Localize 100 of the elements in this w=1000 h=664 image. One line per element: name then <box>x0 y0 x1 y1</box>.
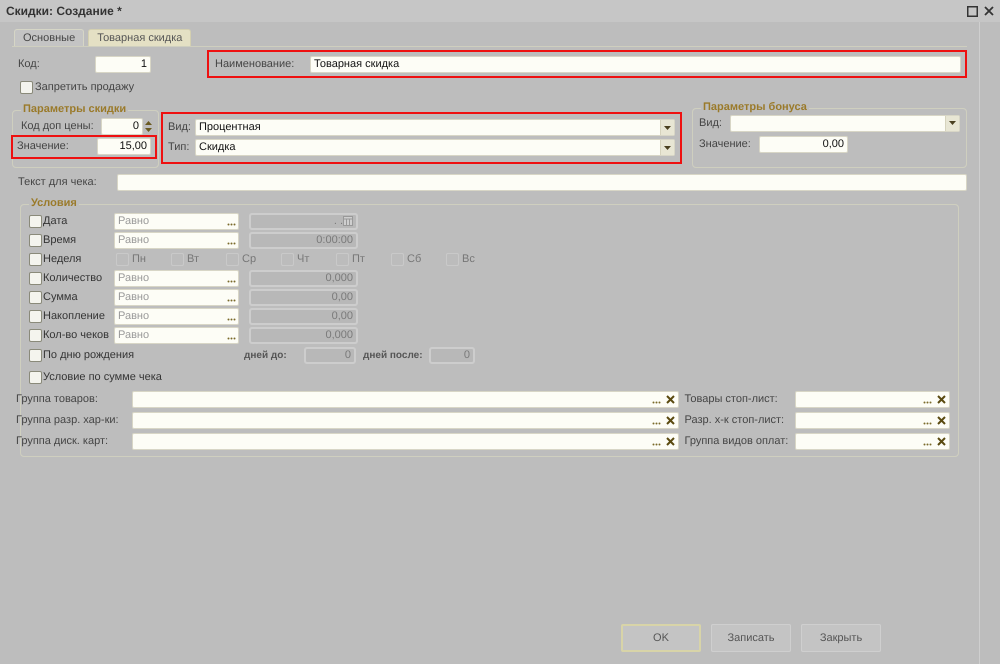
price-code-field[interactable]: 0 <box>101 118 143 134</box>
maximize-icon[interactable] <box>967 6 978 16</box>
clear-icon[interactable] <box>666 416 675 424</box>
stop-list-field[interactable] <box>794 412 950 428</box>
calendar-icon[interactable] <box>343 216 353 226</box>
weekday-label: Сб <box>407 252 422 267</box>
field-label: Товары стоп-лист: <box>684 392 779 407</box>
checkbox[interactable] <box>29 234 42 246</box>
clear-icon[interactable] <box>666 394 675 404</box>
condition-value: 0,000 <box>325 270 353 286</box>
condition-label: По дню рождения <box>43 348 134 364</box>
ellipsis-icon[interactable] <box>922 442 932 446</box>
days-before-field: 0 <box>304 347 356 364</box>
dropdown-field[interactable]: Процентная <box>195 119 675 136</box>
field-label: Значение: <box>17 139 70 154</box>
dropdown-button[interactable] <box>660 140 674 155</box>
group-title: Условия <box>29 196 79 210</box>
dialog-button[interactable]: Закрыть <box>801 624 881 652</box>
checkbox[interactable] <box>29 214 42 228</box>
weekday-label: Чт <box>297 252 310 267</box>
field-label: Тип: <box>168 140 190 156</box>
checkbox[interactable] <box>20 80 33 94</box>
window-title: Скидки: Создание * <box>6 3 122 20</box>
close-icon[interactable] <box>984 6 994 16</box>
checkbox[interactable] <box>29 310 42 322</box>
dialog-button[interactable]: Записать <box>711 624 791 652</box>
receipt-text-field[interactable] <box>117 174 967 190</box>
field-label: Значение: <box>699 136 752 152</box>
ellipsis-icon[interactable] <box>227 280 236 282</box>
group-field[interactable] <box>132 412 679 428</box>
field-label: дней до: <box>244 349 288 363</box>
stop-list-field[interactable] <box>794 432 950 450</box>
ellipsis-icon[interactable] <box>227 318 236 320</box>
condition-label: Накопление <box>43 308 105 324</box>
operator-value: Равно <box>118 290 150 305</box>
name-field[interactable]: Товарная скидка <box>310 56 961 72</box>
field-label: Группа товаров: <box>16 392 99 407</box>
code-field[interactable]: 1 <box>95 56 151 72</box>
ellipsis-icon[interactable] <box>227 222 236 226</box>
clear-icon[interactable] <box>936 394 946 404</box>
checkbox[interactable] <box>29 272 42 284</box>
caret-icon <box>664 146 671 150</box>
condition-label: Дата <box>43 214 68 229</box>
ellipsis-icon[interactable] <box>227 242 236 244</box>
weekday-label: Пн <box>132 252 146 267</box>
discount-value-field[interactable]: 15,00 <box>97 138 151 155</box>
bonus-value-field[interactable]: 0,00 <box>759 136 848 152</box>
ellipsis-icon[interactable] <box>922 422 932 424</box>
clear-icon[interactable] <box>936 436 946 446</box>
condition-value: 0,00 <box>332 290 353 305</box>
dropdown-field[interactable] <box>730 114 960 132</box>
dropdown-field[interactable]: Скидка <box>195 139 675 156</box>
field-label: Код: <box>18 56 41 72</box>
ellipsis-icon[interactable] <box>652 422 661 424</box>
tab[interactable]: Основные <box>14 29 84 46</box>
condition-value: 0:00:00 <box>316 232 353 248</box>
weekday-label: Вс <box>462 252 475 267</box>
ellipsis-icon[interactable] <box>227 298 236 302</box>
condition-label: Кол-во чеков <box>43 328 110 343</box>
condition-label: Количество <box>43 270 102 286</box>
ellipsis-icon[interactable] <box>652 400 661 404</box>
checkbox[interactable] <box>29 290 42 304</box>
ellipsis-icon[interactable] <box>922 400 932 404</box>
checkbox[interactable] <box>29 371 42 384</box>
weekday-label: Ср <box>242 252 256 267</box>
field-label: Вид: <box>168 120 192 136</box>
operator-value: Равно <box>118 308 150 324</box>
field-label: Разр. х-к стоп-лист: <box>684 412 786 428</box>
caret-icon <box>949 121 956 125</box>
dropdown-button[interactable] <box>945 116 959 130</box>
caret-icon <box>664 126 671 130</box>
condition-value: 0,000 <box>325 328 353 343</box>
ellipsis-icon[interactable] <box>227 336 236 340</box>
clear-icon[interactable] <box>936 416 946 424</box>
ellipsis-icon[interactable] <box>652 442 661 446</box>
condition-label: Условие по сумме чека <box>43 370 162 386</box>
operator-value: Равно <box>118 328 150 343</box>
condition-label: Время <box>43 232 76 248</box>
dropdown-value: Процентная <box>199 120 262 136</box>
weekday-label: Пт <box>352 252 365 267</box>
field-label: Текст для чека: <box>18 174 98 190</box>
dialog-button[interactable]: OK <box>621 624 701 652</box>
field-label: Вид: <box>699 116 723 131</box>
dropdown-button[interactable] <box>660 120 674 135</box>
clear-icon[interactable] <box>666 436 675 446</box>
stop-list-field[interactable] <box>794 390 950 408</box>
condition-value: . . <box>334 214 343 229</box>
checkbox[interactable] <box>29 252 42 266</box>
group-field[interactable] <box>132 432 679 450</box>
field-label: Группа видов оплат: <box>684 434 790 449</box>
operator-value: Равно <box>118 214 150 229</box>
checkbox-label: Запретить продажу <box>35 80 134 95</box>
checkbox[interactable] <box>29 328 42 342</box>
condition-value: 0,00 <box>332 308 353 324</box>
tab[interactable]: Товарная скидка <box>88 29 192 46</box>
group-title: Параметры скидки <box>21 102 128 116</box>
group-field[interactable] <box>132 390 679 408</box>
weekday-label: Вт <box>187 252 200 267</box>
days-after-field: 0 <box>429 347 475 364</box>
checkbox[interactable] <box>29 349 42 362</box>
